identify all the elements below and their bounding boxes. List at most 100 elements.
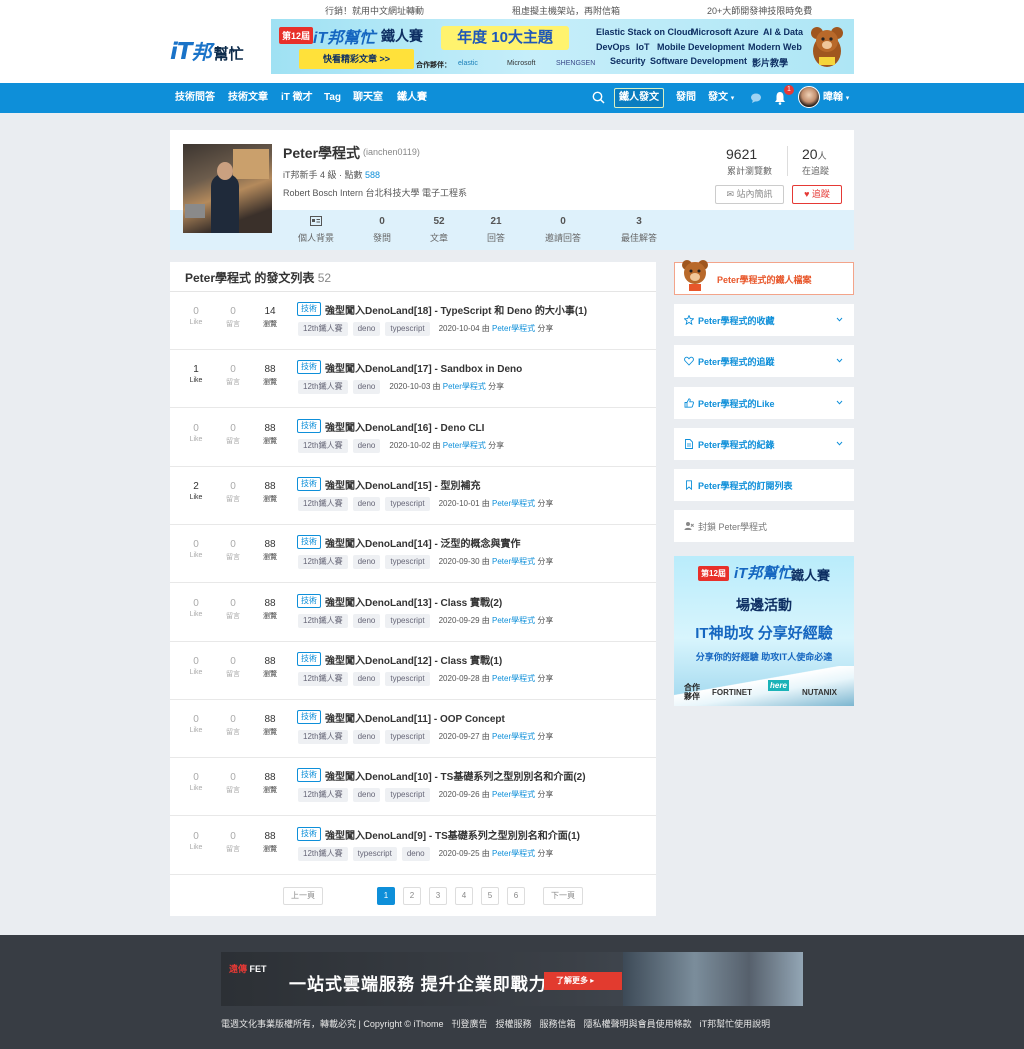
nav-user-menu[interactable]: 暐翰 ▾ bbox=[823, 83, 849, 113]
page-1-button[interactable]: 1 bbox=[377, 887, 395, 905]
footer-link-ads[interactable]: 刊登廣告 bbox=[452, 1017, 488, 1031]
tag-chip[interactable]: 12th鐵人賽 bbox=[298, 496, 348, 511]
tag-chip[interactable]: deno bbox=[352, 730, 381, 745]
footer-link-license[interactable]: 授權服務 bbox=[496, 1017, 532, 1031]
nav-qa[interactable]: 技術問答 bbox=[175, 83, 215, 113]
site-logo[interactable]: iT 邦幫忙 bbox=[170, 36, 244, 65]
page-6-button[interactable]: 6 bbox=[507, 887, 525, 905]
like-count[interactable]: 0 Like bbox=[181, 423, 211, 443]
tag-chip[interactable]: typescript bbox=[385, 496, 430, 511]
sidebar-subscriptions[interactable]: Peter學程式的訂閱列表 bbox=[674, 469, 854, 501]
like-count[interactable]: 0 Like bbox=[181, 772, 211, 792]
tag-chip[interactable]: typescript bbox=[385, 555, 430, 570]
track-button[interactable]: ♥ 追蹤 bbox=[792, 185, 842, 204]
tech-category-tag[interactable]: 技術 bbox=[297, 418, 321, 433]
footer-link-privacy[interactable]: 隱私權聲明與會員使用條款 bbox=[584, 1017, 692, 1031]
post-author-link[interactable]: Peter學程式 bbox=[492, 674, 535, 683]
post-author-link[interactable]: Peter學程式 bbox=[492, 849, 535, 858]
page-2-button[interactable]: 2 bbox=[403, 887, 421, 905]
sidebar-following[interactable]: Peter學程式的追蹤 bbox=[674, 345, 854, 377]
post-title-link[interactable]: 強型闖入DenoLand[14] - 泛型的概念與實作 bbox=[325, 535, 521, 550]
tech-category-tag[interactable]: 技術 bbox=[297, 826, 321, 841]
sidebar-favorites[interactable]: Peter學程式的收藏 bbox=[674, 304, 854, 336]
sidebar-ad-banner[interactable]: 第12屆 iT邦幫忙 鐵人賽 場邊活動 IT神助攻 分享好經驗 分享你的好經驗 … bbox=[674, 556, 854, 706]
tag-chip[interactable]: deno bbox=[401, 846, 430, 861]
banner-cta-button[interactable]: 快看精彩文章 >> bbox=[299, 49, 414, 69]
nav-ironman[interactable]: 鐵人賽 bbox=[397, 83, 427, 113]
like-count[interactable]: 2 Like bbox=[181, 481, 211, 501]
post-author-link[interactable]: Peter學程式 bbox=[492, 616, 535, 625]
post-title-link[interactable]: 強型闖入DenoLand[16] - Deno CLI bbox=[325, 419, 484, 434]
footer-link-help[interactable]: iT邦幫忙使用說明 bbox=[700, 1017, 771, 1031]
iron-room-button[interactable]: 鐵人發文 bbox=[614, 88, 664, 108]
nav-post[interactable]: 發文 ▾ bbox=[708, 83, 734, 113]
tag-chip[interactable]: 12th鐵人賽 bbox=[298, 322, 348, 336]
tag-chip[interactable]: 12th鐵人賽 bbox=[298, 846, 348, 861]
post-title-link[interactable]: 強型闖入DenoLand[9] - TS基礎系列之型別別名和介面(1) bbox=[325, 827, 580, 842]
profile-points[interactable]: 588 bbox=[365, 170, 380, 180]
like-count[interactable]: 0 Like bbox=[181, 656, 211, 676]
sidebar-likes[interactable]: Peter學程式的Like bbox=[674, 387, 854, 419]
nav-jobs[interactable]: iT 徵才 bbox=[281, 83, 313, 113]
post-title-link[interactable]: 強型闖入DenoLand[13] - Class 實戰(2) bbox=[325, 594, 502, 609]
tech-category-tag[interactable]: 技術 bbox=[297, 360, 321, 375]
post-author-link[interactable]: Peter學程式 bbox=[492, 557, 535, 566]
page-4-button[interactable]: 4 bbox=[455, 887, 473, 905]
post-author-link[interactable]: Peter學程式 bbox=[492, 324, 535, 333]
tag-chip[interactable]: deno bbox=[352, 555, 381, 570]
tag-chip[interactable]: deno bbox=[352, 496, 381, 511]
footer-ad-banner[interactable]: 遠傳 FET 一站式雲端服務 提升企業即戰力 了解更多 ▸ bbox=[221, 952, 803, 1006]
tag-chip[interactable]: 12th鐵人賽 bbox=[298, 671, 348, 686]
tag-chip[interactable]: typescript bbox=[385, 730, 430, 745]
next-page-button[interactable]: 下一頁 bbox=[543, 887, 583, 905]
tag-chip[interactable]: deno bbox=[352, 322, 381, 336]
tag-chip[interactable]: typescript bbox=[385, 322, 430, 336]
tag-chip[interactable]: 12th鐵人賽 bbox=[298, 613, 348, 628]
tag-chip[interactable]: 12th鐵人賽 bbox=[298, 788, 348, 803]
post-author-link[interactable]: Peter學程式 bbox=[492, 499, 535, 508]
post-title-link[interactable]: 強型闖入DenoLand[15] - 型別補充 bbox=[325, 477, 481, 492]
tag-chip[interactable]: deno bbox=[352, 671, 381, 686]
like-count[interactable]: 0 Like bbox=[181, 714, 211, 734]
like-count[interactable]: 0 Like bbox=[181, 831, 211, 851]
nav-chat[interactable]: 聊天室 bbox=[353, 83, 383, 113]
stat-best-answers[interactable]: 3 最佳解答 bbox=[604, 216, 674, 244]
post-author-link[interactable]: Peter學程式 bbox=[492, 732, 535, 741]
tech-category-tag[interactable]: 技術 bbox=[297, 593, 321, 608]
tech-category-tag[interactable]: 技術 bbox=[297, 768, 321, 783]
tag-chip[interactable]: deno bbox=[352, 788, 381, 803]
tag-chip[interactable]: typescript bbox=[385, 671, 430, 686]
tag-chip[interactable]: typescript bbox=[352, 846, 397, 861]
post-author-link[interactable]: Peter學程式 bbox=[443, 441, 486, 450]
tag-chip[interactable]: deno bbox=[352, 438, 381, 453]
post-title-link[interactable]: 強型闖入DenoLand[17] - Sandbox in Deno bbox=[325, 360, 522, 375]
sidebar-block-user[interactable]: 封鎖 Peter學程式 bbox=[674, 510, 854, 542]
tech-category-tag[interactable]: 技術 bbox=[297, 651, 321, 666]
nav-articles[interactable]: 技術文章 bbox=[228, 83, 268, 113]
post-author-link[interactable]: Peter學程式 bbox=[443, 382, 486, 391]
top-link-2[interactable]: 租虛擬主機架站，再附信箱 bbox=[512, 4, 620, 17]
tag-chip[interactable]: 12th鐵人賽 bbox=[298, 380, 348, 395]
nav-ask[interactable]: 發問 bbox=[676, 83, 696, 113]
post-author-link[interactable]: Peter學程式 bbox=[492, 790, 535, 799]
tech-category-tag[interactable]: 技術 bbox=[297, 302, 321, 316]
tag-chip[interactable]: deno bbox=[352, 613, 381, 628]
like-count[interactable]: 0 Like bbox=[181, 598, 211, 618]
like-count[interactable]: 1 Like bbox=[181, 364, 211, 384]
like-count[interactable]: 0 Like bbox=[181, 306, 211, 326]
post-title-link[interactable]: 強型闖入DenoLand[11] - OOP Concept bbox=[325, 710, 505, 725]
search-icon[interactable] bbox=[592, 91, 605, 104]
user-avatar[interactable] bbox=[798, 86, 820, 108]
top-link-3[interactable]: 20+大師開發神技限時免費 bbox=[707, 4, 812, 17]
stat-answers[interactable]: 21 回答 bbox=[461, 216, 531, 244]
message-button[interactable]: ✉ 站內簡訊 bbox=[715, 185, 784, 204]
post-title-link[interactable]: 強型闖入DenoLand[10] - TS基礎系列之型別別名和介面(2) bbox=[325, 768, 586, 783]
top-link-1[interactable]: 行銷！就用中文網址轉動 bbox=[325, 4, 424, 17]
tag-chip[interactable]: deno bbox=[352, 380, 381, 395]
tag-chip[interactable]: 12th鐵人賽 bbox=[298, 438, 348, 453]
page-3-button[interactable]: 3 bbox=[429, 887, 447, 905]
page-5-button[interactable]: 5 bbox=[481, 887, 499, 905]
chat-bubble-icon[interactable] bbox=[750, 92, 762, 104]
nav-tag[interactable]: Tag bbox=[324, 83, 341, 113]
tag-chip[interactable]: typescript bbox=[385, 613, 430, 628]
